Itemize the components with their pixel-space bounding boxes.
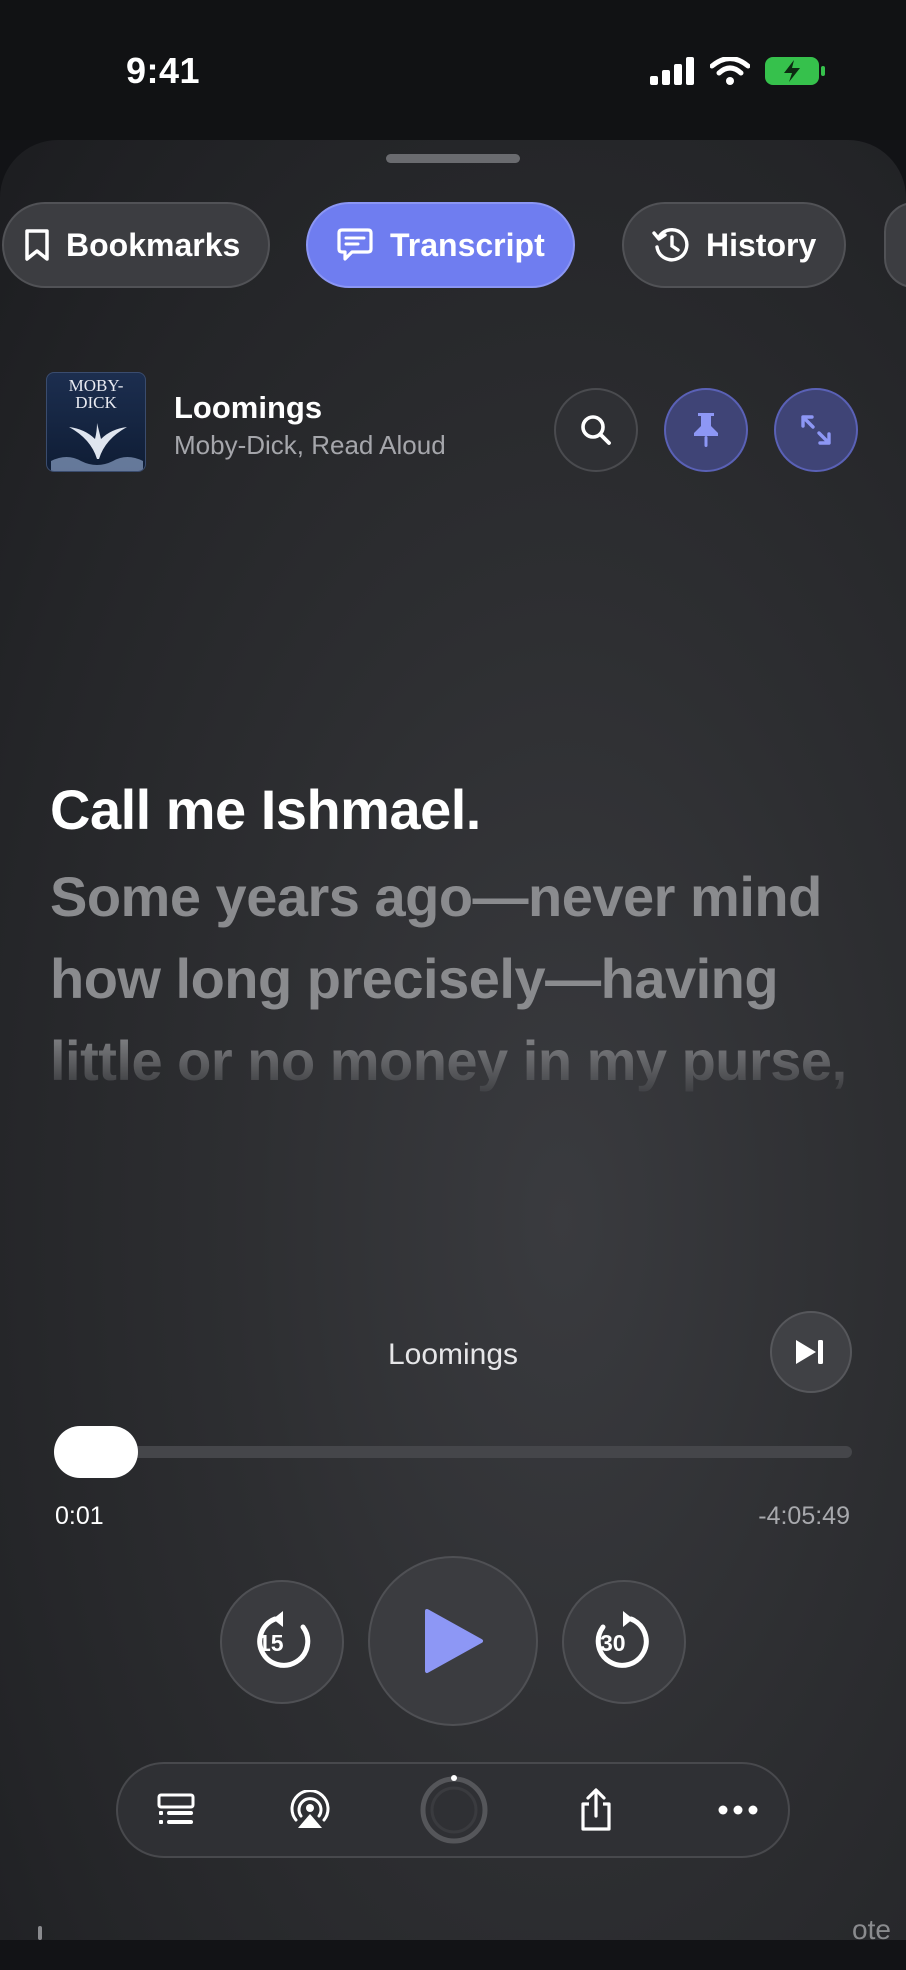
pin-button[interactable] bbox=[664, 388, 748, 472]
share-icon bbox=[581, 1788, 611, 1831]
ellipsis-icon bbox=[718, 1805, 758, 1815]
search-button[interactable] bbox=[554, 388, 638, 472]
battery-charging-icon bbox=[765, 57, 825, 85]
search-icon bbox=[581, 415, 611, 445]
wifi-icon bbox=[710, 57, 750, 85]
next-chapter-button[interactable] bbox=[770, 1311, 852, 1393]
skip-back-seconds: 15 bbox=[258, 1630, 284, 1656]
whale-tail-illustration bbox=[51, 423, 143, 471]
tab-history-label: History bbox=[706, 226, 817, 263]
transcript-next-line[interactable]: Some years ago—never mind how long preci… bbox=[50, 856, 870, 1102]
status-bar: 9:41 bbox=[0, 0, 906, 140]
expand-arrows-icon bbox=[801, 415, 831, 445]
progress-track[interactable] bbox=[56, 1446, 852, 1458]
sheet-grabber[interactable] bbox=[386, 154, 520, 163]
track-subtitle: Moby-Dick, Read Aloud bbox=[174, 430, 446, 460]
background-peek-marker bbox=[38, 1926, 42, 1940]
elapsed-time: 0:01 bbox=[55, 1502, 104, 1530]
status-icons bbox=[650, 56, 826, 86]
tab-transcript[interactable]: Transcript bbox=[306, 202, 575, 288]
queue-button[interactable] bbox=[136, 1764, 216, 1856]
play-icon bbox=[425, 1609, 483, 1673]
remaining-time: -4:05:49 bbox=[758, 1502, 850, 1530]
transcript-current-line[interactable]: Call me Ishmael. bbox=[50, 776, 870, 844]
play-button[interactable] bbox=[368, 1556, 538, 1726]
cellular-signal-icon bbox=[650, 57, 694, 85]
tab-bar: Bookmarks Transcript History bbox=[0, 202, 906, 288]
track-title: Loomings bbox=[174, 390, 323, 425]
chat-bubble-icon bbox=[337, 228, 373, 261]
next-track-icon bbox=[796, 1340, 823, 1364]
tab-transcript-label: Transcript bbox=[390, 226, 545, 263]
airplay-icon bbox=[290, 1790, 330, 1828]
sleep-timer-button[interactable] bbox=[414, 1764, 494, 1856]
history-icon bbox=[652, 228, 689, 262]
book-cover[interactable]: MOBY- DICK bbox=[46, 372, 146, 472]
tab-bookmarks-label: Bookmarks bbox=[66, 226, 241, 263]
bottom-toolbar bbox=[116, 1762, 790, 1858]
status-time: 9:41 bbox=[126, 50, 201, 91]
airplay-button[interactable] bbox=[270, 1764, 350, 1856]
tab-history[interactable]: History bbox=[622, 202, 847, 288]
background-peek-text: ote bbox=[852, 1914, 891, 1945]
timer-ring-icon bbox=[420, 1775, 488, 1844]
skip-back-button[interactable]: 15 bbox=[220, 1580, 344, 1704]
cover-title: MOBY- DICK bbox=[68, 376, 124, 412]
tab-overflow-peek[interactable] bbox=[884, 202, 906, 288]
now-playing-header: MOBY- DICK Loomings Moby-Dick, Read Aloud bbox=[46, 372, 862, 474]
share-button[interactable] bbox=[556, 1764, 636, 1856]
more-button[interactable] bbox=[698, 1764, 778, 1856]
player-sheet: Bookmarks Transcript History MOBY-DICK bbox=[0, 140, 906, 1940]
queue-list-icon bbox=[157, 1793, 195, 1824]
expand-button[interactable] bbox=[774, 388, 858, 472]
tab-bookmarks[interactable]: Bookmarks bbox=[2, 202, 271, 288]
progress-scrubber[interactable] bbox=[54, 1426, 138, 1478]
bookmark-icon bbox=[25, 229, 49, 261]
pin-icon bbox=[694, 413, 718, 447]
skip-forward-seconds: 30 bbox=[600, 1630, 626, 1656]
skip-forward-button[interactable]: 30 bbox=[562, 1580, 686, 1704]
